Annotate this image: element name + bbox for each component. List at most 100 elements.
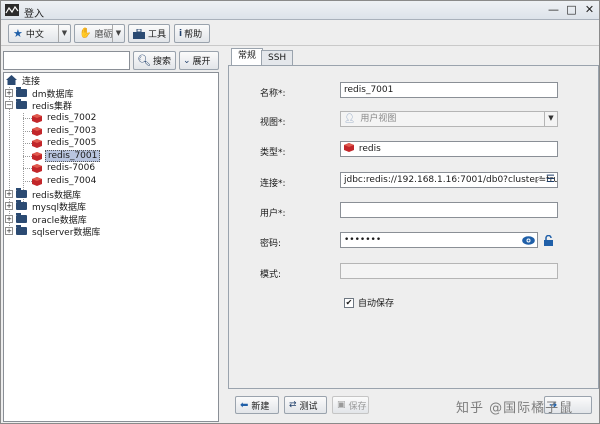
tree-connector bbox=[23, 168, 32, 169]
tree-root-label: 连接 bbox=[22, 76, 41, 87]
tree-item-label: redis_7001 bbox=[45, 150, 101, 162]
expand-plus-icon[interactable]: + bbox=[5, 215, 13, 223]
autosave-label: 自动保存 bbox=[358, 299, 395, 309]
new-button-label: 新建 bbox=[251, 401, 270, 412]
help-button[interactable]: i 帮助 bbox=[174, 24, 210, 43]
mode-field bbox=[340, 263, 558, 279]
connection-url-value: jdbc:redis://192.168.1.16:7001/db0?clust… bbox=[344, 175, 558, 185]
tree-group[interactable]: + oracle数据库 bbox=[5, 213, 89, 226]
connection-url-field[interactable]: jdbc:redis://192.168.1.16:7001/db0?clust… bbox=[340, 172, 558, 188]
tree-item[interactable]: redis_7002 bbox=[32, 112, 98, 124]
folder-icon bbox=[16, 225, 27, 235]
user-label: 用户*: bbox=[260, 209, 286, 219]
user-field[interactable] bbox=[340, 202, 558, 218]
folder-icon bbox=[16, 99, 27, 109]
expand-plus-icon[interactable]: + bbox=[5, 227, 13, 235]
redis-icon bbox=[344, 143, 354, 152]
connection-editor: 常规 SSH 名称*: redis_7001 视图*: 👤︎ 用户视图 ▼ 类型… bbox=[228, 48, 599, 423]
tree-item-label: redis_7004 bbox=[47, 176, 97, 186]
save-button[interactable]: ▣ 保存 bbox=[332, 396, 369, 414]
connection-sidebar: 🔍︎ 搜索 ⌄ 展开 连接 + dm数据库 − redis集群 redis_70… bbox=[3, 48, 219, 423]
folder-icon bbox=[16, 213, 27, 223]
chevron-down-icon: ▼ bbox=[544, 112, 557, 126]
back-arrow-icon: ⬅ bbox=[240, 399, 249, 411]
test-button-label: 测试 bbox=[299, 401, 318, 412]
app-logo-icon bbox=[5, 4, 19, 16]
tree-item[interactable]: redis-7006 bbox=[32, 162, 97, 174]
unlock-icon[interactable] bbox=[543, 235, 554, 246]
tree-item[interactable]: redis_7004 bbox=[32, 175, 98, 187]
tree-root[interactable]: 连接 bbox=[6, 74, 42, 87]
folder-icon bbox=[16, 188, 27, 198]
type-field[interactable]: redis bbox=[340, 141, 558, 157]
tree-item[interactable]: redis_7003 bbox=[32, 125, 98, 137]
password-field[interactable]: ••••••• bbox=[340, 232, 538, 248]
tree-item[interactable]: redis_7005 bbox=[32, 137, 98, 149]
chevron-down-icon: ⌄ bbox=[183, 55, 191, 66]
expand-button[interactable]: ⌄ 展开 bbox=[179, 51, 219, 70]
new-button[interactable]: ⬅ 新建 bbox=[235, 396, 279, 414]
tree-connector bbox=[23, 156, 32, 157]
toolbox-icon bbox=[133, 28, 145, 39]
tree-group[interactable]: + redis数据库 bbox=[5, 188, 83, 201]
search-button-label: 搜索 bbox=[152, 57, 171, 67]
save-button-label: 保存 bbox=[348, 401, 367, 412]
tree-group-label: redis集群 bbox=[32, 101, 72, 112]
tools-button[interactable]: 工具 bbox=[128, 24, 170, 43]
test-button[interactable]: ⇄ 测试 bbox=[284, 396, 327, 414]
login-window: 登入 — □ ✕ ★ 中文 ▼ ✋ 磨砺 ▼ 工具 i 帮助 🔍︎ 搜索 ⌄ 展… bbox=[0, 0, 600, 424]
tree-connector bbox=[23, 118, 32, 119]
redis-icon bbox=[32, 138, 42, 148]
search-input[interactable] bbox=[3, 51, 130, 70]
chevron-down-icon: ▼ bbox=[112, 25, 124, 42]
list-edit-icon[interactable]: ☰ bbox=[546, 173, 555, 187]
tree-group[interactable]: + dm数据库 bbox=[5, 87, 75, 100]
expand-arrows-icon[interactable]: ⤢ bbox=[535, 173, 542, 187]
tree-group-label: mysql数据库 bbox=[32, 202, 86, 213]
tree-group-label: sqlserver数据库 bbox=[32, 227, 101, 238]
brush-dropdown[interactable]: ✋ 磨砺 ▼ bbox=[74, 24, 125, 43]
user-icon: 👤︎ bbox=[344, 114, 356, 124]
checkbox-checked-icon: ✔ bbox=[344, 297, 354, 308]
collapse-minus-icon[interactable]: − bbox=[5, 101, 13, 109]
name-label: 名称*: bbox=[260, 89, 286, 99]
expand-button-label: 展开 bbox=[192, 57, 211, 67]
brush-label: 磨砺 bbox=[94, 30, 113, 40]
tree-connector bbox=[23, 181, 32, 182]
name-field[interactable]: redis_7001 bbox=[340, 82, 558, 98]
tree-group[interactable]: + sqlserver数据库 bbox=[5, 225, 102, 238]
mode-label: 模式: bbox=[260, 270, 282, 280]
help-label: 帮助 bbox=[184, 30, 203, 40]
password-value: ••••••• bbox=[344, 235, 382, 245]
window-title: 登入 bbox=[24, 9, 44, 20]
tree-item-selected[interactable]: redis_7001 bbox=[32, 150, 101, 162]
tools-label: 工具 bbox=[148, 30, 167, 40]
type-label: 类型*: bbox=[260, 148, 286, 158]
general-panel: 名称*: redis_7001 视图*: 👤︎ 用户视图 ▼ 类型*: redi… bbox=[228, 65, 599, 389]
close-icon[interactable]: ✕ bbox=[582, 3, 597, 17]
autosave-checkbox[interactable]: ✔ 自动保存 bbox=[344, 296, 394, 309]
language-dropdown[interactable]: ★ 中文 ▼ bbox=[8, 24, 71, 43]
tab-ssh[interactable]: SSH bbox=[261, 50, 294, 65]
redis-icon bbox=[32, 126, 42, 136]
connection-tree[interactable]: 连接 + dm数据库 − redis集群 redis_7002 redis_70… bbox=[3, 72, 219, 422]
expand-plus-icon[interactable]: + bbox=[5, 190, 13, 198]
tree-group[interactable]: − redis集群 bbox=[5, 99, 74, 112]
tree-item-label: redis_7003 bbox=[47, 126, 97, 136]
redis-icon bbox=[32, 151, 42, 161]
info-icon: i bbox=[179, 28, 183, 39]
view-value: 用户视图 bbox=[360, 114, 397, 124]
expand-plus-icon[interactable]: + bbox=[5, 89, 13, 97]
expand-plus-icon[interactable]: + bbox=[5, 202, 13, 210]
folder-icon bbox=[16, 87, 27, 97]
eye-icon[interactable] bbox=[522, 236, 535, 245]
test-connection-icon: ⇄ bbox=[289, 400, 297, 410]
redis-icon bbox=[32, 163, 42, 173]
tab-general[interactable]: 常规 bbox=[231, 48, 264, 65]
view-select[interactable]: 👤︎ 用户视图 ▼ bbox=[340, 111, 558, 127]
search-button[interactable]: 🔍︎ 搜索 bbox=[133, 51, 176, 70]
tree-group[interactable]: + mysql数据库 bbox=[5, 200, 88, 213]
minimize-icon[interactable]: — bbox=[546, 3, 561, 17]
folder-icon bbox=[16, 200, 27, 210]
maximize-icon[interactable]: □ bbox=[564, 3, 579, 17]
